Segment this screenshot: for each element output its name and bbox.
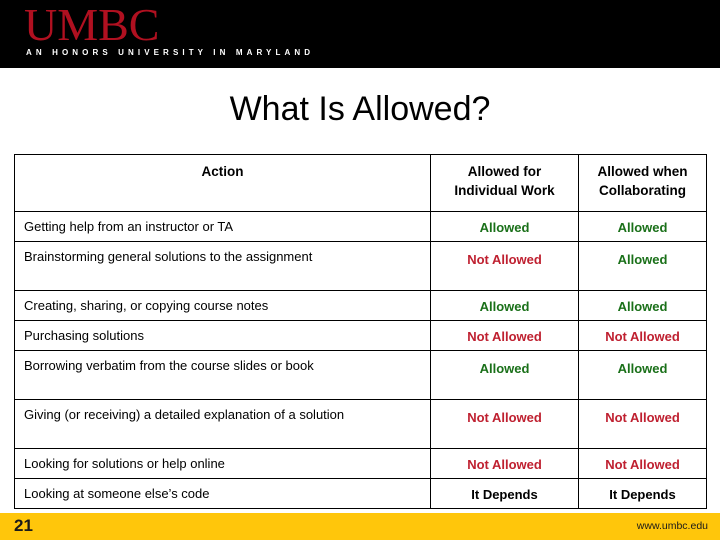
status-badge: Allowed <box>617 361 668 376</box>
column-header-action-label: Action <box>201 164 244 179</box>
allowed-actions-table: Action Allowed for Individual Work Allow… <box>14 154 707 509</box>
cell-action-label: Borrowing verbatim from the course slide… <box>24 358 314 373</box>
status-badge: Allowed <box>479 299 530 314</box>
cell-status-collaborating: Not Allowed <box>578 399 707 449</box>
status-badge: Not Allowed <box>467 329 542 344</box>
table-header: Action Allowed for Individual Work Allow… <box>14 154 707 212</box>
cell-action-label: Looking at someone else’s code <box>24 486 210 501</box>
cell-action-label: Getting help from an instructor or TA <box>24 219 234 234</box>
status-badge: Not Allowed <box>467 410 542 425</box>
column-header-collaborating: Allowed when Collaborating <box>578 154 707 212</box>
table-row: Looking at someone else’s code It Depends… <box>14 478 707 509</box>
table-row: Getting help from an instructor or TA All… <box>14 211 707 242</box>
table-row: Looking for solutions or help online Not … <box>14 448 707 479</box>
status-badge: Allowed <box>479 220 530 235</box>
slide-number: 21 <box>14 516 33 535</box>
cell-action: Creating, sharing, or copying course not… <box>14 290 431 321</box>
column-header-collaborating-label: Allowed when Collaborating <box>579 155 706 200</box>
table-row: Giving (or receiving) a detailed explana… <box>14 399 707 449</box>
status-badge: Allowed <box>617 220 668 235</box>
column-header-individual-work-label: Allowed for Individual Work <box>431 155 578 200</box>
table-row: Borrowing verbatim from the course slide… <box>14 350 707 400</box>
status-badge: Not Allowed <box>467 252 542 267</box>
column-header-collaborating-line2: Collaborating <box>599 183 686 198</box>
cell-action-label: Creating, sharing, or copying course not… <box>24 298 269 313</box>
cell-status-collaborating: Not Allowed <box>578 448 707 479</box>
table-row: Creating, sharing, or copying course not… <box>14 290 707 321</box>
cell-status-individual: Allowed <box>430 350 579 400</box>
status-badge: Not Allowed <box>605 457 680 472</box>
page-title: What Is Allowed? <box>229 90 491 128</box>
cell-status-collaborating: Allowed <box>578 241 707 291</box>
status-badge: Allowed <box>617 299 668 314</box>
cell-status-collaborating: Allowed <box>578 211 707 242</box>
cell-status-collaborating: It Depends <box>578 478 707 509</box>
table-row: Purchasing solutions Not Allowed Not Allow… <box>14 320 707 351</box>
cell-action: Borrowing verbatim from the course slide… <box>14 350 431 400</box>
status-badge: It Depends <box>609 487 676 502</box>
cell-action: Giving (or receiving) a detailed explana… <box>14 399 431 449</box>
table-row: Brainstorming general solutions to the a… <box>14 241 707 291</box>
status-badge: Not Allowed <box>605 329 680 344</box>
cell-status-individual: It Depends <box>430 478 579 509</box>
cell-action-label: Brainstorming general solutions to the a… <box>24 249 313 264</box>
cell-action: Brainstorming general solutions to the a… <box>14 241 431 291</box>
cell-status-collaborating: Allowed <box>578 350 707 400</box>
cell-action-label: Purchasing solutions <box>24 328 144 343</box>
footer-bar <box>0 513 720 540</box>
status-badge: Allowed <box>479 361 530 376</box>
cell-action: Purchasing solutions <box>14 320 431 351</box>
umbc-logo-wordmark: UMBC <box>24 0 160 50</box>
cell-status-individual: Allowed <box>430 290 579 321</box>
column-header-collaborating-line1: Allowed when <box>597 164 688 179</box>
cell-status-individual: Not Allowed <box>430 320 579 351</box>
status-badge: It Depends <box>471 487 538 502</box>
cell-status-individual: Allowed <box>430 211 579 242</box>
cell-action-label: Giving (or receiving) a detailed explana… <box>24 407 345 422</box>
column-header-action: Action <box>14 154 431 212</box>
status-badge: Not Allowed <box>605 410 680 425</box>
cell-action: Looking for solutions or help online <box>14 448 431 479</box>
cell-status-collaborating: Allowed <box>578 290 707 321</box>
cell-action: Looking at someone else’s code <box>14 478 431 509</box>
umbc-header-banner: UMBC AN HONORS UNIVERSITY IN MARYLAND <box>0 0 720 68</box>
status-badge: Allowed <box>617 252 668 267</box>
umbc-logo-tagline: AN HONORS UNIVERSITY IN MARYLAND <box>26 48 315 57</box>
column-header-individual-work: Allowed for Individual Work <box>430 154 579 212</box>
cell-status-collaborating: Not Allowed <box>578 320 707 351</box>
column-header-individual-line1: Allowed for <box>467 164 542 179</box>
footer-url: www.umbc.edu <box>636 520 708 532</box>
status-badge: Not Allowed <box>467 457 542 472</box>
column-header-individual-line2: Individual Work <box>454 183 555 198</box>
cell-action: Getting help from an instructor or TA <box>14 211 431 242</box>
cell-status-individual: Not Allowed <box>430 448 579 479</box>
table-body: Getting help from an instructor or TA All… <box>14 211 707 509</box>
cell-action-label: Looking for solutions or help online <box>24 456 225 471</box>
table-header-row: Action Allowed for Individual Work Allow… <box>14 154 707 212</box>
cell-status-individual: Not Allowed <box>430 241 579 291</box>
cell-status-individual: Not Allowed <box>430 399 579 449</box>
